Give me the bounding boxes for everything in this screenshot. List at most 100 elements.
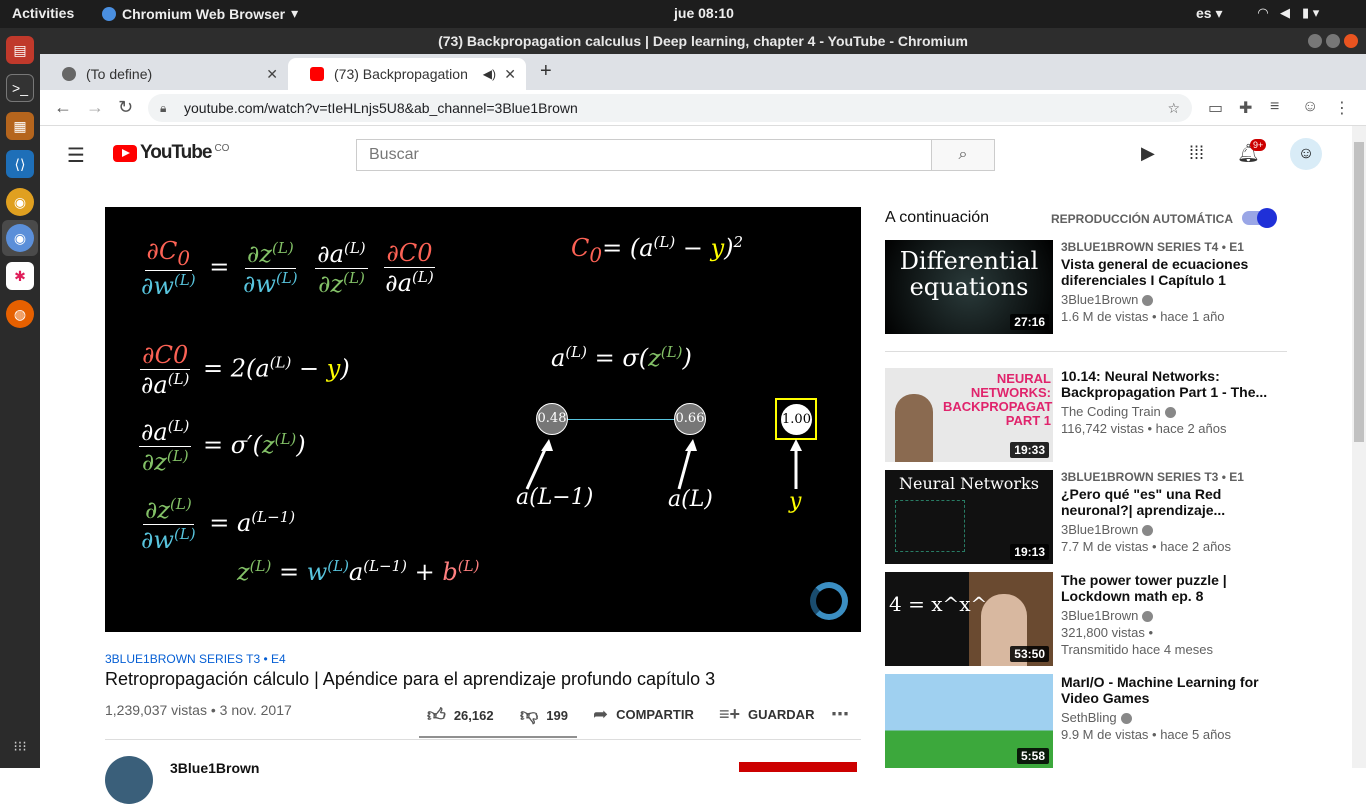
like-count: 26,162 [453,707,494,723]
duration-badge: 27:16 [1010,314,1049,330]
target-box: 1.00 [775,398,817,440]
dock: ▤ >_ ▦ ⟨⟩ ◉ ◉ ✱ ◍ ⁝⁝⁝ [0,28,40,768]
video-thumbnail[interactable]: Neural Networks 19:13 [885,470,1053,564]
search-button[interactable]: ⌕ [931,139,995,171]
menu-icon[interactable]: ☰ [67,143,85,168]
tab-backpropagation[interactable]: (73) Backpropagation ◀) ✕ [288,58,526,90]
series-link[interactable]: 3BLUE1BROWN SERIES T3 • E4 [105,652,286,666]
lock-icon[interactable]: 🔒︎ [160,94,166,122]
system-tray[interactable]: ◠ ◀ ▮ ▾ [1258,5,1319,21]
new-tab-button[interactable]: + [540,60,552,83]
app-menu[interactable]: Chromium Web Browser ▾ [102,5,298,22]
recommended-video[interactable]: Neural Networks 19:13 3BLUE1BROWN SERIES… [885,470,1285,564]
window-title: (73) Backpropagation calculus | Deep lea… [438,33,968,49]
close-tab-icon[interactable]: ✕ [504,66,516,83]
dislike-button[interactable]: 👎︎ 199 [520,704,568,726]
avatar[interactable]: ☺ [1290,138,1322,170]
bookmark-star-icon[interactable]: ☆ [1167,94,1180,122]
youtube-wordmark: YouTube [140,142,212,163]
video-title: Retropropagación cálculo | Apéndice para… [105,669,716,689]
country-code: CO [214,142,230,154]
back-button[interactable]: ← [54,97,72,118]
youtube-logo[interactable]: YouTube CO [113,142,229,164]
wifi-icon: ◠ [1258,5,1268,20]
channel-name[interactable]: 3Blue1Brown [170,760,259,776]
dislike-count: 199 [546,707,568,723]
view-count: 1.6 M de vistas • hace 1 año [1061,309,1225,324]
browser-menu-icon[interactable]: ⋮ [1334,98,1350,118]
channel-avatar[interactable] [105,756,153,804]
target-neuron: 1.00 [781,404,812,435]
video-thumbnail[interactable]: 5:58 [885,674,1053,768]
more-horizontal-icon: ⋯ [831,704,849,724]
label-a-L-minus-1: a(L−1) [516,485,594,510]
subscribe-button[interactable] [739,762,857,772]
video-title: 10.14: Neural Networks: Backpropagation … [1061,368,1268,400]
save-button[interactable]: ≡+ GUARDAR [719,704,814,725]
series-label: 3BLUE1BROWN SERIES T3 • E1 [1061,470,1244,484]
up-next-heading: A continuación [885,209,990,226]
reload-button[interactable]: ↻ [118,97,133,118]
share-button[interactable]: ➦ COMPARTIR [593,704,694,725]
show-apps-icon[interactable]: ⁝⁝⁝ [6,732,34,760]
video-title: The power tower puzzle | Lockdown math e… [1061,572,1227,604]
recommended-video[interactable]: NEURAL NETWORKS: BACKPROPAGATION PART 1 … [885,368,1285,462]
audio-playing-icon[interactable]: ◀) [483,67,496,81]
media-control-icon[interactable]: ≡ [1270,98,1279,116]
window-controls [1308,34,1358,48]
slack-icon[interactable]: ✱ [6,262,34,290]
forward-button[interactable]: → [86,97,104,118]
youtube-header: ☰ YouTube CO Buscar ⌕ ▶︎ ⁞⁞⁞ 🔔︎ 9+ ☺ [40,126,1352,182]
loading-spinner-icon [810,582,848,620]
terminal-icon[interactable]: >_ [6,74,34,102]
recommended-video[interactable]: 4 = x^x^x 53:50 The power tower puzzle |… [885,572,1285,666]
channel-name: 3Blue1Brown [1061,292,1139,307]
verified-icon [1164,407,1176,419]
url-text: youtube.com/watch?v=tIeHLnjs5U8&ab_chann… [184,100,578,116]
recommended-video[interactable]: 5:58 MarI/O - Machine Learning for Video… [885,674,1285,768]
profile-icon[interactable]: ☺ [1302,98,1318,116]
vscode-icon[interactable]: ⟨⟩ [6,150,34,178]
video-thumbnail[interactable]: Differential equations 27:16 [885,240,1053,334]
cast-icon[interactable]: ▭ [1208,98,1223,118]
apps-icon[interactable]: ⁞⁞⁞ [1189,143,1204,164]
close-window-button[interactable] [1344,34,1358,48]
address-bar[interactable]: 🔒︎ youtube.com/watch?v=tIeHLnjs5U8&ab_ch… [148,94,1192,122]
chromium-dock-icon[interactable]: ◉ [6,224,34,252]
scrollbar-thumb[interactable] [1354,142,1364,442]
duration-badge: 53:50 [1010,646,1049,662]
label-y: y [789,489,802,514]
search-input[interactable]: Buscar [356,139,932,171]
search-icon: ⌕ [958,146,968,163]
language-indicator[interactable]: es ▾ [1196,5,1223,22]
files-icon[interactable]: ▤ [6,36,34,64]
archive-icon[interactable]: ▦ [6,112,34,140]
verified-icon [1120,713,1132,725]
extensions-icon[interactable]: ✚ [1239,98,1252,118]
like-button[interactable]: 👍︎ 26,162 [427,704,494,726]
verified-icon [1142,295,1154,307]
view-count: 321,800 vistas • [1061,625,1153,640]
channel-name: SethBling [1061,710,1117,725]
autoplay-toggle[interactable] [1242,208,1277,228]
minimize-button[interactable] [1308,34,1322,48]
maximize-button[interactable] [1326,34,1340,48]
more-actions-button[interactable]: ⋯ [831,704,849,725]
chrome-icon[interactable]: ◉ [6,188,34,216]
youtube-favicon-icon [310,67,324,81]
tab-to-define[interactable]: (To define) ✕ [40,58,288,90]
activities-button[interactable]: Activities [12,5,74,21]
page-scrollbar[interactable] [1352,126,1366,768]
close-tab-icon[interactable]: ✕ [266,66,278,83]
autoplay-label: REPRODUCCIÓN AUTOMÁTICA [1051,212,1233,226]
thumbnail-text: NEURAL NETWORKS: BACKPROPAGATION PART 1 [943,371,1053,428]
tab-strip: (To define) ✕ (73) Backpropagation ◀) ✕ … [40,54,1366,90]
recommended-video[interactable]: Differential equations 27:16 3BLUE1BROWN… [885,240,1285,334]
clock[interactable]: jue 08:10 [674,5,734,21]
video-player[interactable]: ∂C0 ∂w(L) = ∂z(L) ∂w(L) ∂a(L) ∂z(L) ∂C0 ∂a(L… [105,207,861,632]
video-thumbnail[interactable]: 4 = x^x^x 53:50 [885,572,1053,666]
video-thumbnail[interactable]: NEURAL NETWORKS: BACKPROPAGATION PART 1 … [885,368,1053,462]
like-ratio-bar [419,736,577,738]
create-video-icon[interactable]: ▶︎ [1141,143,1155,164]
firefox-icon[interactable]: ◍ [6,300,34,328]
